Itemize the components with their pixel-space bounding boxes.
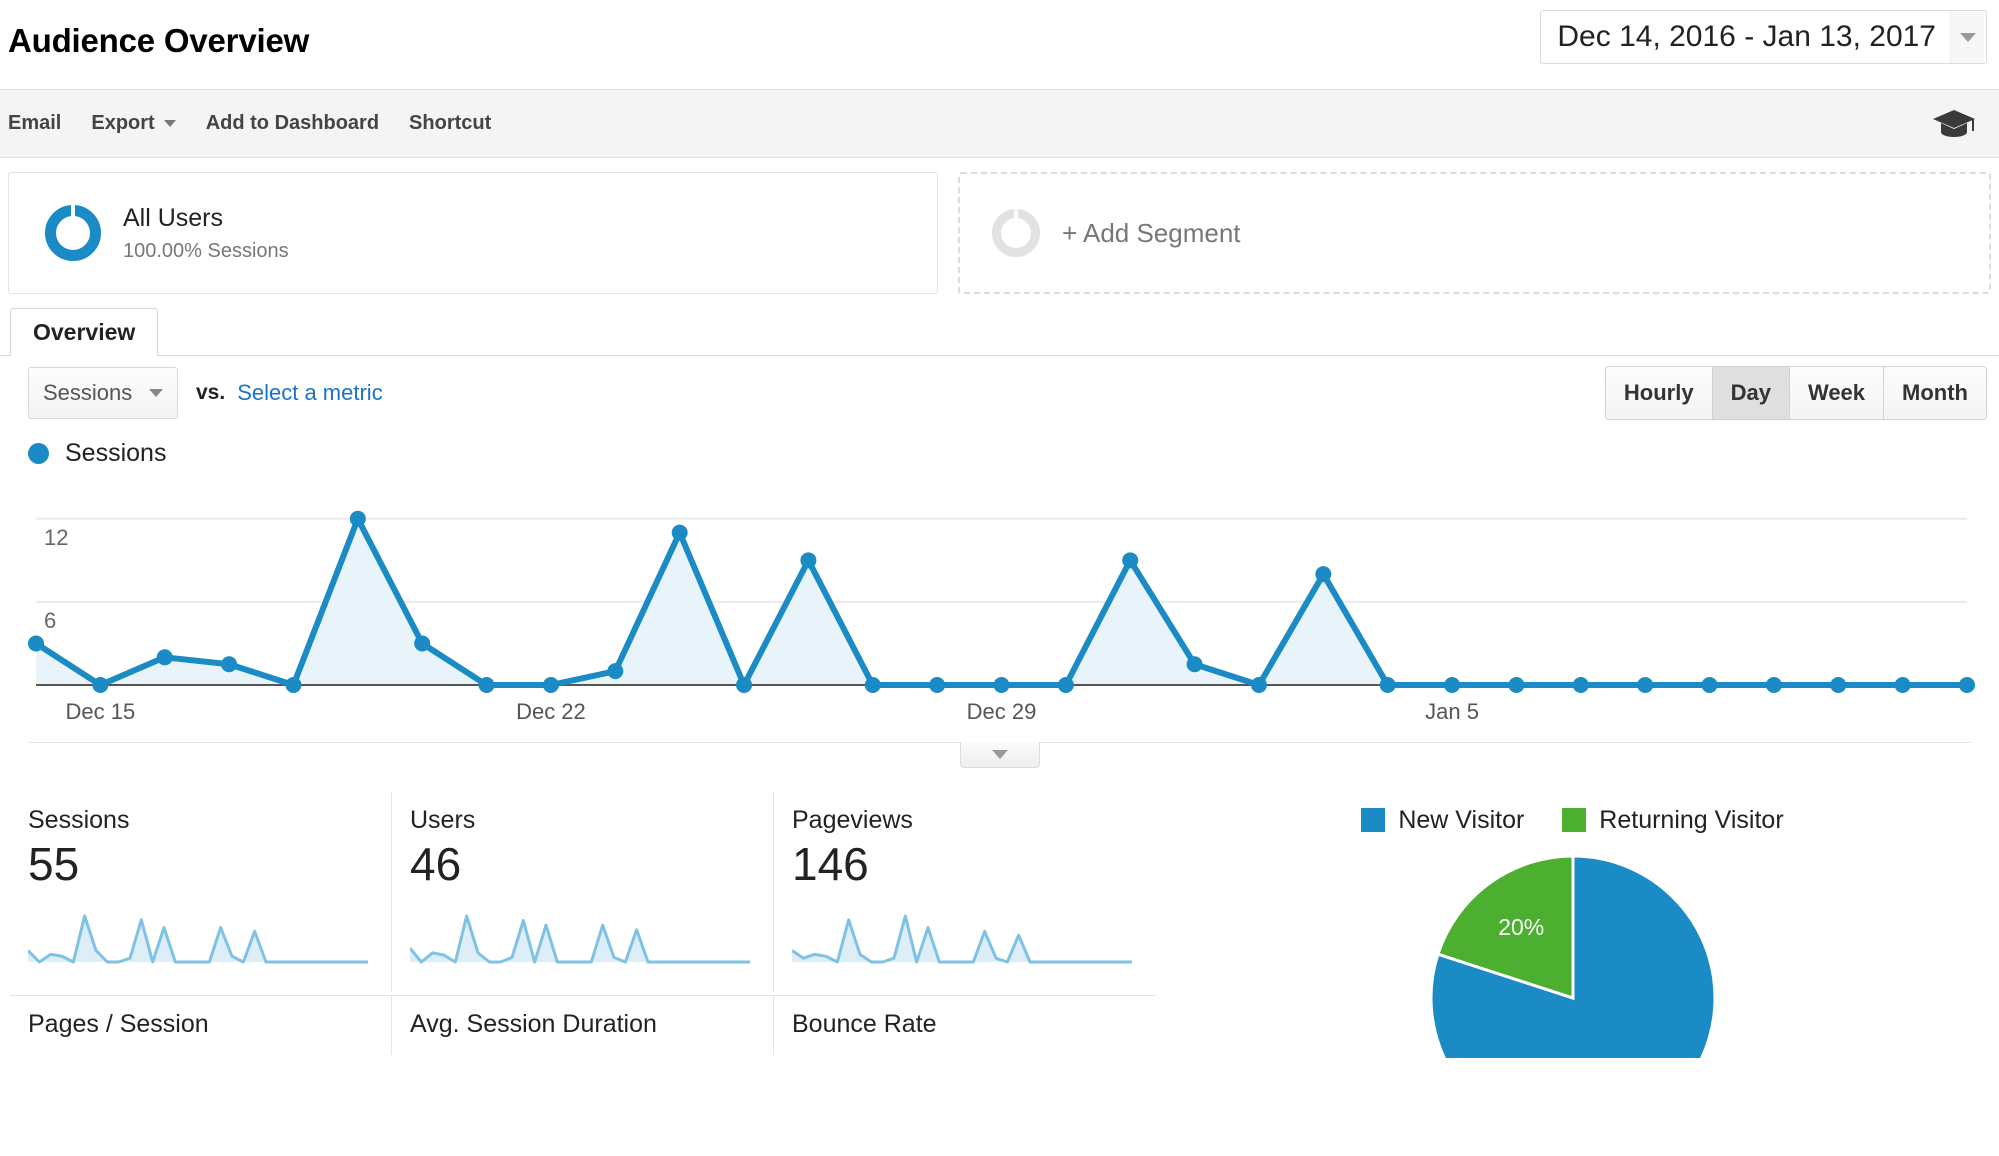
chart-expand-handle[interactable] <box>959 742 1040 768</box>
metric-label-users: Users <box>410 806 476 834</box>
select-a-metric-link[interactable]: Select a metric <box>237 380 383 406</box>
segment-ring-icon <box>992 207 1040 257</box>
chevron-down-icon[interactable] <box>1950 11 1984 63</box>
metric-label-pageviews: Pageviews <box>792 806 913 834</box>
tab-overview-label: Overview <box>33 319 136 345</box>
metric-cell-sessions[interactable]: Sessions 55 <box>10 792 392 992</box>
svg-text:Jan 5: Jan 5 <box>1425 699 1479 724</box>
segment-name: All Users <box>123 203 224 232</box>
sparkline-pageviews <box>792 914 1132 964</box>
metrics-grid: Sessions 55 Users 46 Pageviews 146 Pages… <box>10 792 1156 1058</box>
segment-ring-icon <box>45 205 101 261</box>
svg-text:Dec 29: Dec 29 <box>967 699 1037 724</box>
svg-text:20%: 20% <box>1498 914 1544 940</box>
primary-metric-label: Sessions <box>43 380 133 405</box>
metric-value-sessions: 55 <box>28 838 80 890</box>
new-vs-returning-pie-chart[interactable]: 20% <box>1363 848 1783 1058</box>
chart-footer <box>28 742 1971 776</box>
date-range-label: Dec 14, 2016 - Jan 13, 2017 <box>1557 20 1936 53</box>
metric-label-avg-session-duration: Avg. Session Duration <box>410 1010 657 1038</box>
chevron-down-icon <box>149 389 163 397</box>
svg-text:12: 12 <box>44 525 68 550</box>
granularity-day-button[interactable]: Day <box>1712 367 1790 419</box>
granularity-toggle-group: Hourly Day Week Month <box>1604 366 1987 420</box>
granularity-week-label: Week <box>1807 380 1866 405</box>
legend-dot-sessions <box>28 442 49 464</box>
metric-value-users: 46 <box>410 838 462 890</box>
new-vs-returning-panel: New Visitor Returning Visitor 20% <box>1156 792 1989 1058</box>
report-toolbar: Email Export Add to Dashboard Shortcut <box>0 90 1999 158</box>
shortcut-button[interactable]: Shortcut <box>409 112 491 135</box>
add-segment-button[interactable]: + Add Segment <box>958 172 1991 294</box>
chevron-down-icon <box>991 750 1008 759</box>
pie-chart-wrap: 20% <box>1156 848 1989 1058</box>
date-range-picker[interactable]: Dec 14, 2016 - Jan 13, 2017 <box>1540 10 1987 64</box>
legend-label-sessions: Sessions <box>65 438 167 467</box>
pie-legend-returning-visitor[interactable]: Returning Visitor <box>1562 805 1784 835</box>
sparkline-users <box>410 914 750 964</box>
granularity-hourly-button[interactable]: Hourly <box>1605 367 1713 419</box>
sessions-timeseries-chart[interactable]: 6 12 Dec 15 Dec 22 Dec 29 Jan 5 <box>28 480 1979 742</box>
svg-text:Dec 15: Dec 15 <box>66 699 136 724</box>
metric-cell-users[interactable]: Users 46 <box>392 792 774 992</box>
sparkline-sessions <box>28 914 368 964</box>
add-to-dashboard-label: Add to Dashboard <box>205 112 380 134</box>
email-button-label: Email <box>8 112 62 134</box>
metric-cell-pageviews[interactable]: Pageviews 146 <box>774 792 1156 992</box>
shortcut-button-label: Shortcut <box>409 112 492 134</box>
segment-all-users[interactable]: All Users 100.00% Sessions <box>8 172 938 294</box>
email-button[interactable]: Email <box>8 112 61 135</box>
graduation-cap-icon[interactable] <box>1931 108 1977 140</box>
overview-bottom-panels: Sessions 55 Users 46 Pageviews 146 Pages… <box>0 792 1999 1058</box>
svg-text:6: 6 <box>44 608 56 633</box>
chart-legend: Sessions <box>0 430 1999 476</box>
metric-selector-row: Sessions vs. Select a metric Hourly Day … <box>0 356 1999 430</box>
segment-percentage: 100.00% Sessions <box>123 239 289 262</box>
svg-text:Dec 22: Dec 22 <box>516 699 586 724</box>
vs-label: vs. <box>196 381 226 404</box>
sessions-chart-svg: 6 12 Dec 15 Dec 22 Dec 29 Jan 5 <box>28 510 1975 724</box>
report-tabs: Overview <box>0 308 1999 356</box>
chevron-down-icon <box>163 120 176 127</box>
metric-cell-pages-per-session[interactable]: Pages / Session <box>10 995 392 1055</box>
granularity-day-label: Day <box>1730 380 1771 405</box>
export-button-label: Export <box>91 112 155 134</box>
granularity-week-button[interactable]: Week <box>1789 367 1885 419</box>
tab-overview[interactable]: Overview <box>10 308 159 356</box>
page-header: Audience Overview Dec 14, 2016 - Jan 13,… <box>0 0 1999 90</box>
pie-legend-label-returning-visitor: Returning Visitor <box>1599 805 1784 834</box>
segment-bar: All Users 100.00% Sessions + Add Segment <box>0 158 1999 294</box>
metric-label-bounce-rate: Bounce Rate <box>792 1010 937 1038</box>
pie-legend-new-visitor[interactable]: New Visitor <box>1361 806 1524 835</box>
metric-cell-avg-session-duration[interactable]: Avg. Session Duration <box>392 995 774 1055</box>
primary-metric-dropdown[interactable]: Sessions <box>28 367 178 419</box>
granularity-month-label: Month <box>1902 380 1968 405</box>
granularity-hourly-label: Hourly <box>1623 380 1694 405</box>
add-segment-label: + Add Segment <box>1062 217 1241 248</box>
granularity-month-button[interactable]: Month <box>1884 367 1986 419</box>
metric-label-sessions: Sessions <box>28 806 130 834</box>
swatch-new-visitor <box>1361 808 1386 832</box>
export-button[interactable]: Export <box>91 112 176 135</box>
metric-value-pageviews: 146 <box>792 838 869 890</box>
metric-label-pages-per-session: Pages / Session <box>28 1010 209 1038</box>
pie-legend: New Visitor Returning Visitor <box>1156 792 1989 848</box>
pie-legend-label-new-visitor: New Visitor <box>1398 805 1525 834</box>
page-title: Audience Overview <box>8 22 310 59</box>
add-to-dashboard-button[interactable]: Add to Dashboard <box>206 112 379 135</box>
metric-cell-bounce-rate[interactable]: Bounce Rate <box>774 995 1156 1055</box>
swatch-returning-visitor <box>1562 808 1587 832</box>
